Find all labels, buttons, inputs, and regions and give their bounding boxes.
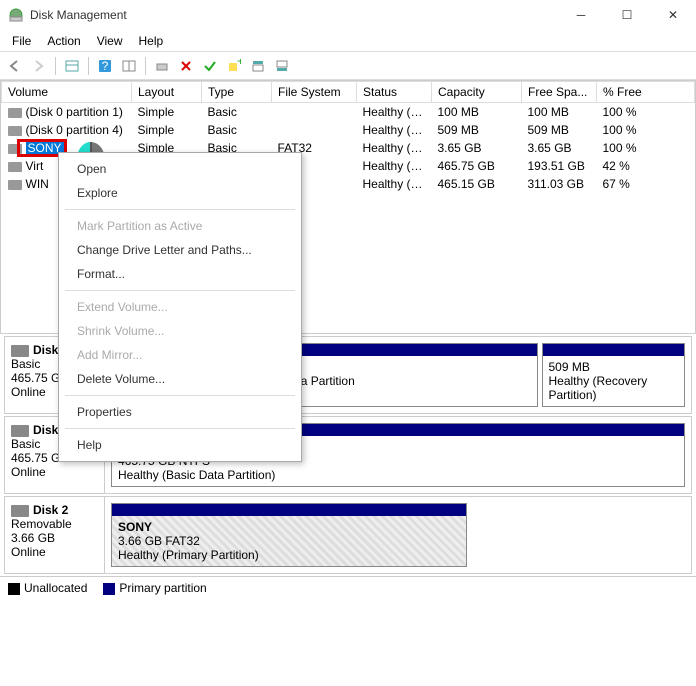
view-button[interactable] [61,55,83,77]
menu-file[interactable]: File [4,32,39,50]
menu-view[interactable]: View [89,32,131,50]
disk-icon [11,425,29,437]
ctx-format[interactable]: Format... [59,262,301,286]
close-button[interactable]: ✕ [650,0,696,30]
toolbar: ? + [0,52,696,80]
table-header[interactable]: VolumeLayoutTypeFile SystemStatusCapacit… [2,82,695,103]
settings-icon[interactable] [151,55,173,77]
add-icon[interactable]: + [223,55,245,77]
ctx-open[interactable]: Open [59,157,301,181]
ctx-help[interactable]: Help [59,433,301,457]
svg-text:?: ? [102,59,109,73]
ctx-extend: Extend Volume... [59,295,301,319]
legend: Unallocated Primary partition [0,576,696,599]
forward-button[interactable] [28,55,50,77]
table-row[interactable]: (Disk 0 partition 1)SimpleBasicHealthy (… [2,103,695,122]
partition[interactable]: 509 MBHealthy (Recovery Partition) [542,343,686,407]
svg-text:+: + [237,59,241,68]
menu-help[interactable]: Help [131,32,172,50]
ctx-delete[interactable]: Delete Volume... [59,367,301,391]
menu-action[interactable]: Action [39,32,88,50]
partition[interactable]: SONY3.66 GB FAT32Healthy (Primary Partit… [111,503,467,567]
context-menu: Open Explore Mark Partition as Active Ch… [58,152,302,462]
table-row[interactable]: (Disk 0 partition 4)SimpleBasicHealthy (… [2,121,695,139]
ctx-mirror: Add Mirror... [59,343,301,367]
app-icon [8,7,24,23]
titlebar: Disk Management ─ ☐ ✕ [0,0,696,30]
delete-icon[interactable] [175,55,197,77]
ctx-explore[interactable]: Explore [59,181,301,205]
disk-icon [11,345,29,357]
minimize-button[interactable]: ─ [558,0,604,30]
disk-row-2: Disk 2 Removable 3.66 GB Online SONY3.66… [4,496,692,574]
help-icon[interactable]: ? [94,55,116,77]
maximize-button[interactable]: ☐ [604,0,650,30]
disk-icon [11,505,29,517]
window-title: Disk Management [30,8,558,22]
ctx-properties[interactable]: Properties [59,400,301,424]
list-bottom-icon[interactable] [271,55,293,77]
refresh-icon[interactable] [118,55,140,77]
menubar: File Action View Help [0,30,696,52]
back-button[interactable] [4,55,26,77]
check-icon[interactable] [199,55,221,77]
list-top-icon[interactable] [247,55,269,77]
ctx-change-letter[interactable]: Change Drive Letter and Paths... [59,238,301,262]
ctx-shrink: Shrink Volume... [59,319,301,343]
ctx-mark-active: Mark Partition as Active [59,214,301,238]
